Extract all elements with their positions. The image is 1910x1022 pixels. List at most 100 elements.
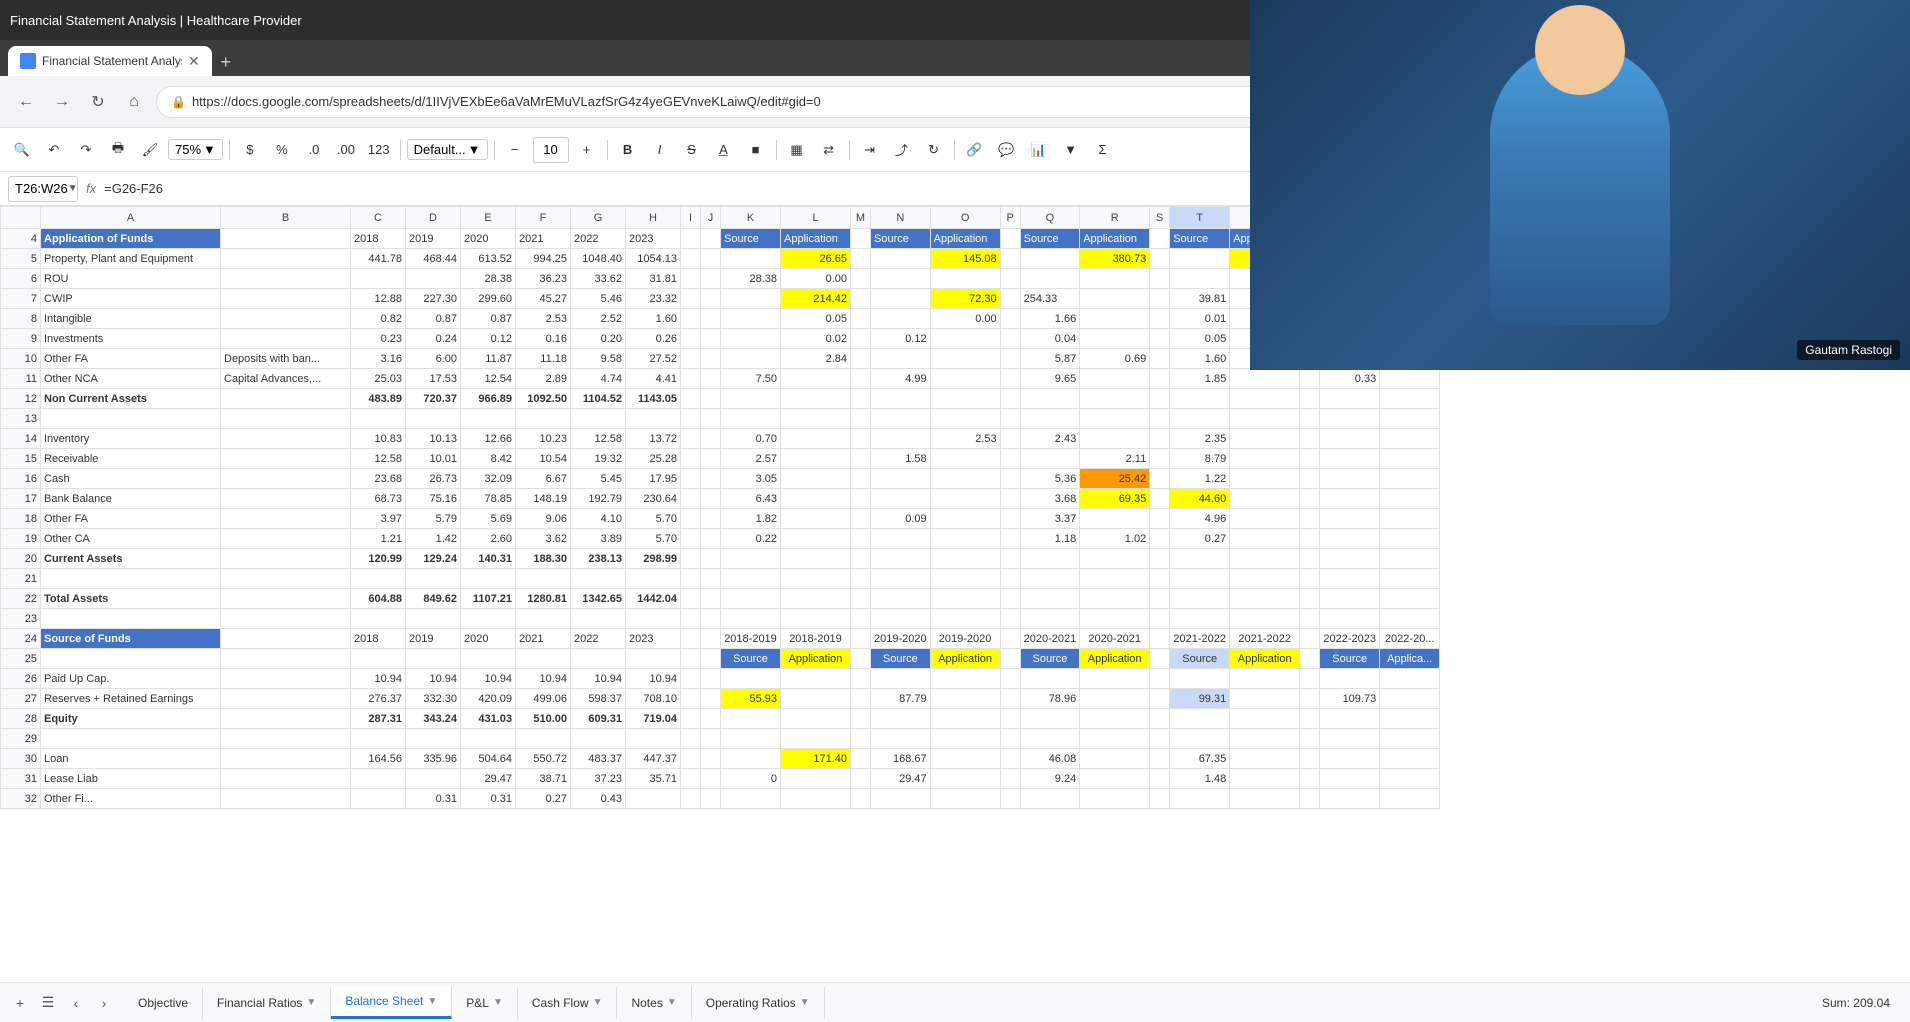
cell-c23[interactable] [351,609,406,629]
cell-j11[interactable] [701,369,721,389]
cell-b8[interactable] [221,309,351,329]
cell-k8[interactable] [721,309,781,329]
cell-t17[interactable]: 44.60 [1170,489,1230,509]
cell-l32[interactable] [781,789,851,809]
cell-b30[interactable] [221,749,351,769]
cell-e7[interactable]: 299.60 [461,289,516,309]
col-header-f[interactable]: F [516,207,571,229]
cell-j30[interactable] [701,749,721,769]
cell-l17[interactable] [781,489,851,509]
cell-b12[interactable] [221,389,351,409]
table-row[interactable]: 10Other FADeposits with ban...3.166.0011… [1,349,1440,369]
cell-i6[interactable] [681,269,701,289]
table-row[interactable]: 28Equity287.31343.24431.03510.00609.3171… [1,709,1440,729]
cell-n25[interactable]: Source [871,649,931,669]
cell-p14[interactable] [1000,429,1020,449]
cell-k31[interactable]: 0 [721,769,781,789]
cell-u21[interactable] [1230,569,1300,589]
cell-t24[interactable]: 2021-2022 [1170,629,1230,649]
cell-f27[interactable]: 499.06 [516,689,571,709]
increase-font-btn[interactable]: + [573,136,601,164]
cell-g11[interactable]: 4.74 [571,369,626,389]
cell-e20[interactable]: 140.31 [461,549,516,569]
cell-k23[interactable] [721,609,781,629]
cell-o21[interactable] [930,569,1000,589]
cell-g26[interactable]: 10.94 [571,669,626,689]
cell-m9[interactable] [851,329,871,349]
cell-k29[interactable] [721,729,781,749]
cell-i21[interactable] [681,569,701,589]
cell-c20[interactable]: 120.99 [351,549,406,569]
cell-o8[interactable]: 0.00 [930,309,1000,329]
italic-btn[interactable]: I [646,136,674,164]
cell-h13[interactable] [626,409,681,429]
cell-s10[interactable] [1150,349,1170,369]
cell-m29[interactable] [851,729,871,749]
cell-g29[interactable] [571,729,626,749]
cell-s22[interactable] [1150,589,1170,609]
cell-h28[interactable]: 719.04 [626,709,681,729]
cell-t19[interactable]: 0.27 [1170,529,1230,549]
cell-l29[interactable] [781,729,851,749]
cell-c12[interactable]: 483.89 [351,389,406,409]
cell-s12[interactable] [1150,389,1170,409]
cell-n28[interactable] [871,709,931,729]
cell-c7[interactable]: 12.88 [351,289,406,309]
cell-o22[interactable] [930,589,1000,609]
cell-m16[interactable] [851,469,871,489]
cell-o14[interactable]: 2.53 [930,429,1000,449]
cell-n26[interactable] [871,669,931,689]
cell-q16[interactable]: 5.36 [1020,469,1080,489]
cell-v27[interactable] [1300,689,1320,709]
cell-v29[interactable] [1300,729,1320,749]
cell-q21[interactable] [1020,569,1080,589]
cell-k6[interactable]: 28.38 [721,269,781,289]
cell-d5[interactable]: 468.44 [406,249,461,269]
cell-e29[interactable] [461,729,516,749]
tab-operating-ratios[interactable]: Operating Ratios ▼ [692,987,825,1019]
cell-r7[interactable] [1080,289,1150,309]
cell-n24[interactable]: 2019-2020 [871,629,931,649]
cell-r19[interactable]: 1.02 [1080,529,1150,549]
table-row[interactable]: 29 [1,729,1440,749]
cell-s6[interactable] [1150,269,1170,289]
cell-c5[interactable]: 441.78 [351,249,406,269]
cell-h26[interactable]: 10.94 [626,669,681,689]
cell-w31[interactable] [1320,769,1380,789]
cell-j26[interactable] [701,669,721,689]
cell-u14[interactable] [1230,429,1300,449]
cell-f26[interactable]: 10.94 [516,669,571,689]
cell-i18[interactable] [681,509,701,529]
cell-l13[interactable] [781,409,851,429]
cell-b31[interactable] [221,769,351,789]
cell-o7[interactable]: 72.30 [930,289,1000,309]
num-format-btn[interactable]: 123 [364,136,394,164]
cell-t12[interactable] [1170,389,1230,409]
col-header-e[interactable]: E [461,207,516,229]
cell-r5[interactable]: 380.73 [1080,249,1150,269]
cell-d9[interactable]: 0.24 [406,329,461,349]
cell-p9[interactable] [1000,329,1020,349]
table-row[interactable]: 26Paid Up Cap.10.9410.9410.9410.9410.941… [1,669,1440,689]
cell-k10[interactable] [721,349,781,369]
table-row[interactable]: 25SourceApplicationSourceApplicationSour… [1,649,1440,669]
cell-h25[interactable] [626,649,681,669]
cell-p30[interactable] [1000,749,1020,769]
cell-x16[interactable] [1380,469,1440,489]
cell-j19[interactable] [701,529,721,549]
cell-j13[interactable] [701,409,721,429]
cell-u16[interactable] [1230,469,1300,489]
cell-s20[interactable] [1150,549,1170,569]
cell-w30[interactable] [1320,749,1380,769]
cell-w13[interactable] [1320,409,1380,429]
col-header-s[interactable]: S [1150,207,1170,229]
cell-s23[interactable] [1150,609,1170,629]
cell-d14[interactable]: 10.13 [406,429,461,449]
cell-p22[interactable] [1000,589,1020,609]
cell-g14[interactable]: 12.58 [571,429,626,449]
table-row[interactable]: 11Other NCACapital Advances,...25.0317.5… [1,369,1440,389]
cell-i31[interactable] [681,769,701,789]
cell-n32[interactable] [871,789,931,809]
cell-t21[interactable] [1170,569,1230,589]
redo-btn[interactable]: ↷ [72,136,100,164]
